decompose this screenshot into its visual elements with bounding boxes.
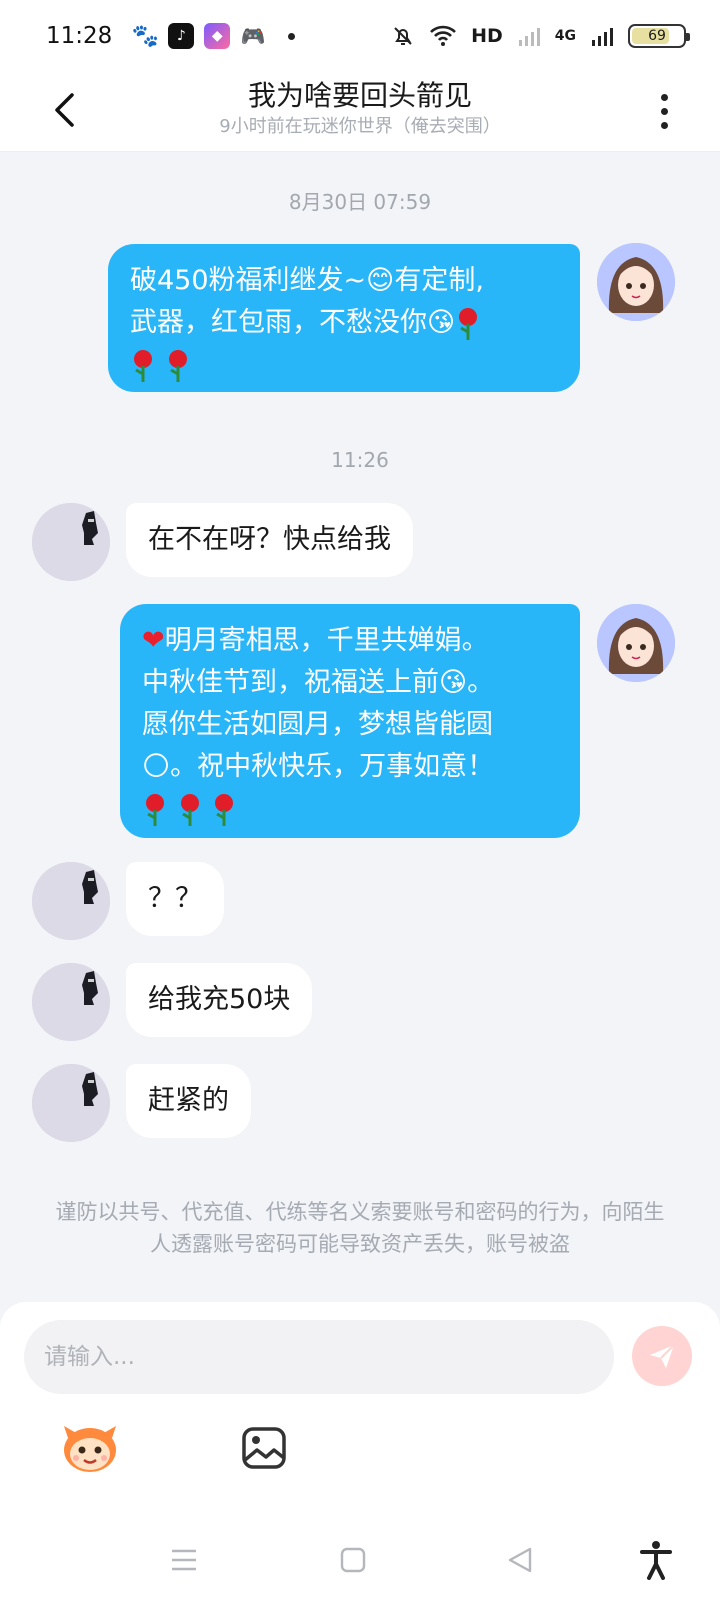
anime-girl-avatar-icon bbox=[597, 243, 675, 321]
image-icon bbox=[242, 1427, 286, 1469]
ninja-avatar-icon bbox=[32, 963, 110, 1041]
ninja-avatar-icon bbox=[32, 1064, 110, 1142]
avatar-contact[interactable] bbox=[32, 963, 110, 1041]
page-title: 我为啥要回头箭见 bbox=[247, 79, 472, 112]
avatar-self[interactable] bbox=[597, 243, 675, 321]
emoji-button[interactable] bbox=[58, 1418, 122, 1478]
message-bubble-incoming[interactable]: ？？ bbox=[126, 862, 224, 936]
rose-icon bbox=[180, 793, 199, 826]
message-bubble-incoming[interactable]: 给我充50块 bbox=[126, 963, 313, 1037]
message-input[interactable] bbox=[24, 1320, 614, 1394]
menu-icon bbox=[172, 1549, 196, 1571]
timestamp: 8月30日 07:59 bbox=[288, 190, 432, 214]
security-warning: 谨防以共号、代充值、代练等名义索要账号和密码的行为，向陌生人透露账号密码可能导致… bbox=[55, 1200, 665, 1256]
rose-icon bbox=[146, 793, 164, 826]
status-right: HD 4G 69 bbox=[391, 24, 690, 48]
tiktok-icon: ♪ bbox=[168, 23, 195, 49]
more-notifications-dot bbox=[288, 32, 296, 40]
send-button[interactable] bbox=[632, 1326, 692, 1386]
ninja-avatar-icon bbox=[32, 862, 110, 940]
heart-emoji-icon: ❤ bbox=[142, 625, 165, 656]
wifi-icon bbox=[430, 25, 456, 46]
monkey-face-icon bbox=[64, 1426, 116, 1472]
rose-icon bbox=[215, 793, 234, 826]
bell-muted-icon bbox=[394, 27, 412, 45]
rose-icon bbox=[459, 307, 478, 340]
rose-icon bbox=[168, 349, 187, 382]
baidu-paw-icon: 🐾 bbox=[131, 23, 159, 49]
avatar-contact[interactable] bbox=[32, 1064, 110, 1142]
full-moon-emoji-icon: 🌕 bbox=[142, 751, 171, 782]
system-back-button[interactable] bbox=[496, 1538, 544, 1582]
paper-plane-icon bbox=[650, 1344, 675, 1368]
message-bubble-outgoing[interactable]: 破450粉福利继发~😊有定制, 武器，红包雨，不愁没你😘 bbox=[108, 244, 580, 392]
system-nav-bar bbox=[0, 1520, 720, 1600]
signal-full-icon bbox=[592, 28, 613, 46]
app-diamond-icon: ◆ bbox=[204, 23, 231, 49]
gamepad-icon: 🎮 bbox=[240, 23, 267, 49]
ninja-avatar-icon bbox=[32, 503, 110, 581]
status-bar: 11:28 🐾 ♪ ◆ 🎮 HD 4G 69 bbox=[0, 0, 720, 72]
notification-icons: 🐾 ♪ ◆ 🎮 bbox=[131, 23, 296, 49]
message-bubble-incoming[interactable]: 在不在呀？快点给我 bbox=[126, 503, 413, 577]
square-icon bbox=[340, 1547, 366, 1573]
signal-weak-icon bbox=[518, 28, 540, 46]
recents-button[interactable] bbox=[160, 1538, 208, 1582]
battery-level: 69 bbox=[648, 28, 666, 44]
contact-status: 9小时前在玩迷你世界（俺去突围） bbox=[219, 116, 501, 137]
chat-header: 我为啥要回头箭见 9小时前在玩迷你世界（俺去突围） bbox=[0, 72, 720, 152]
triangle-back-icon bbox=[508, 1547, 532, 1573]
accessibility-button[interactable] bbox=[632, 1538, 680, 1582]
message-bubble-outgoing[interactable]: ❤明月寄相思，千里共婵娟。 中秋佳节到，祝福送上前😘。 愿你生活如圆月，梦想皆能… bbox=[120, 604, 580, 838]
kiss-emoji-icon: 😘 bbox=[439, 667, 468, 698]
hd-indicator: HD bbox=[471, 25, 503, 47]
smile-emoji-icon: 😊 bbox=[366, 265, 395, 296]
message-bubble-incoming[interactable]: 赶紧的 bbox=[126, 1064, 251, 1138]
avatar-contact[interactable] bbox=[32, 503, 110, 581]
home-button[interactable] bbox=[329, 1538, 377, 1582]
cell-type: 4G bbox=[554, 28, 576, 44]
avatar-contact[interactable] bbox=[32, 862, 110, 940]
kiss-emoji-icon: 😘 bbox=[427, 307, 456, 338]
more-vertical-icon bbox=[660, 93, 668, 101]
battery-indicator: 69 bbox=[628, 24, 690, 48]
anime-girl-avatar-icon bbox=[597, 604, 675, 682]
rose-icon bbox=[134, 349, 152, 382]
image-button[interactable] bbox=[232, 1418, 296, 1478]
timestamp: 11:26 bbox=[331, 448, 389, 472]
status-time: 11:28 bbox=[46, 23, 113, 49]
chat-screen: 11:28 🐾 ♪ ◆ 🎮 HD 4G 69 我为啥要回头箭见 9小时前在玩迷你… bbox=[0, 0, 720, 1600]
more-button[interactable] bbox=[652, 84, 676, 138]
accessibility-icon bbox=[640, 1541, 672, 1580]
avatar-self[interactable] bbox=[597, 604, 675, 682]
